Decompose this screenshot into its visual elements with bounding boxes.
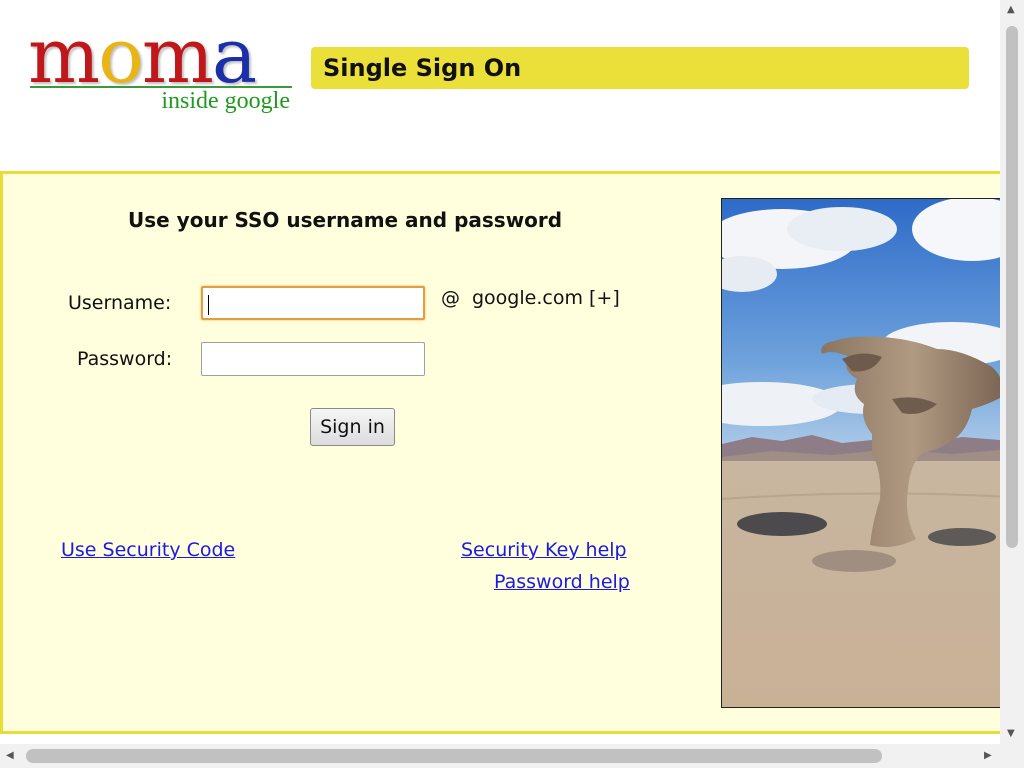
at-sign: @ <box>441 287 460 309</box>
scroll-right-arrow-icon[interactable]: ▶ <box>984 750 992 762</box>
vertical-scrollbar[interactable]: ▲ ▼ <box>1000 0 1024 744</box>
page-title: Single Sign On <box>323 54 522 82</box>
landscape-photo <box>721 198 1000 708</box>
scrollbar-corner <box>1000 744 1024 768</box>
domain-suffix: @ google.com [+] <box>441 287 620 309</box>
security-key-help-link[interactable]: Security Key help <box>461 539 627 561</box>
moma-logo: moma inside google <box>28 18 298 118</box>
desert-rock-photo-icon <box>722 199 1000 707</box>
logo-tagline: inside google <box>161 88 290 114</box>
text-cursor <box>208 295 209 315</box>
title-bar: Single Sign On <box>311 47 969 89</box>
form-heading: Use your SSO username and password <box>128 208 563 232</box>
password-help-link[interactable]: Password help <box>494 571 630 593</box>
password-field[interactable] <box>201 342 425 376</box>
logo-wordmark: moma <box>28 18 257 94</box>
scroll-left-arrow-icon[interactable]: ◀ <box>6 750 14 762</box>
sign-in-panel: Use your SSO username and password Usern… <box>0 171 1000 734</box>
horizontal-scrollbar[interactable]: ◀ ▶ <box>0 744 1000 768</box>
username-label: Username: <box>68 292 172 314</box>
sign-in-button[interactable]: Sign in <box>310 408 395 446</box>
use-security-code-link[interactable]: Use Security Code <box>61 539 235 561</box>
page: moma inside google Single Sign On Use yo… <box>0 0 1000 744</box>
scroll-up-arrow-icon[interactable]: ▲ <box>1007 4 1015 16</box>
username-field[interactable] <box>201 286 425 320</box>
domain-selector[interactable]: google.com [+] <box>472 287 620 309</box>
horizontal-scroll-thumb[interactable] <box>26 749 882 763</box>
scroll-down-arrow-icon[interactable]: ▼ <box>1007 728 1015 740</box>
vertical-scroll-thumb[interactable] <box>1006 26 1018 548</box>
password-label: Password: <box>77 348 173 370</box>
